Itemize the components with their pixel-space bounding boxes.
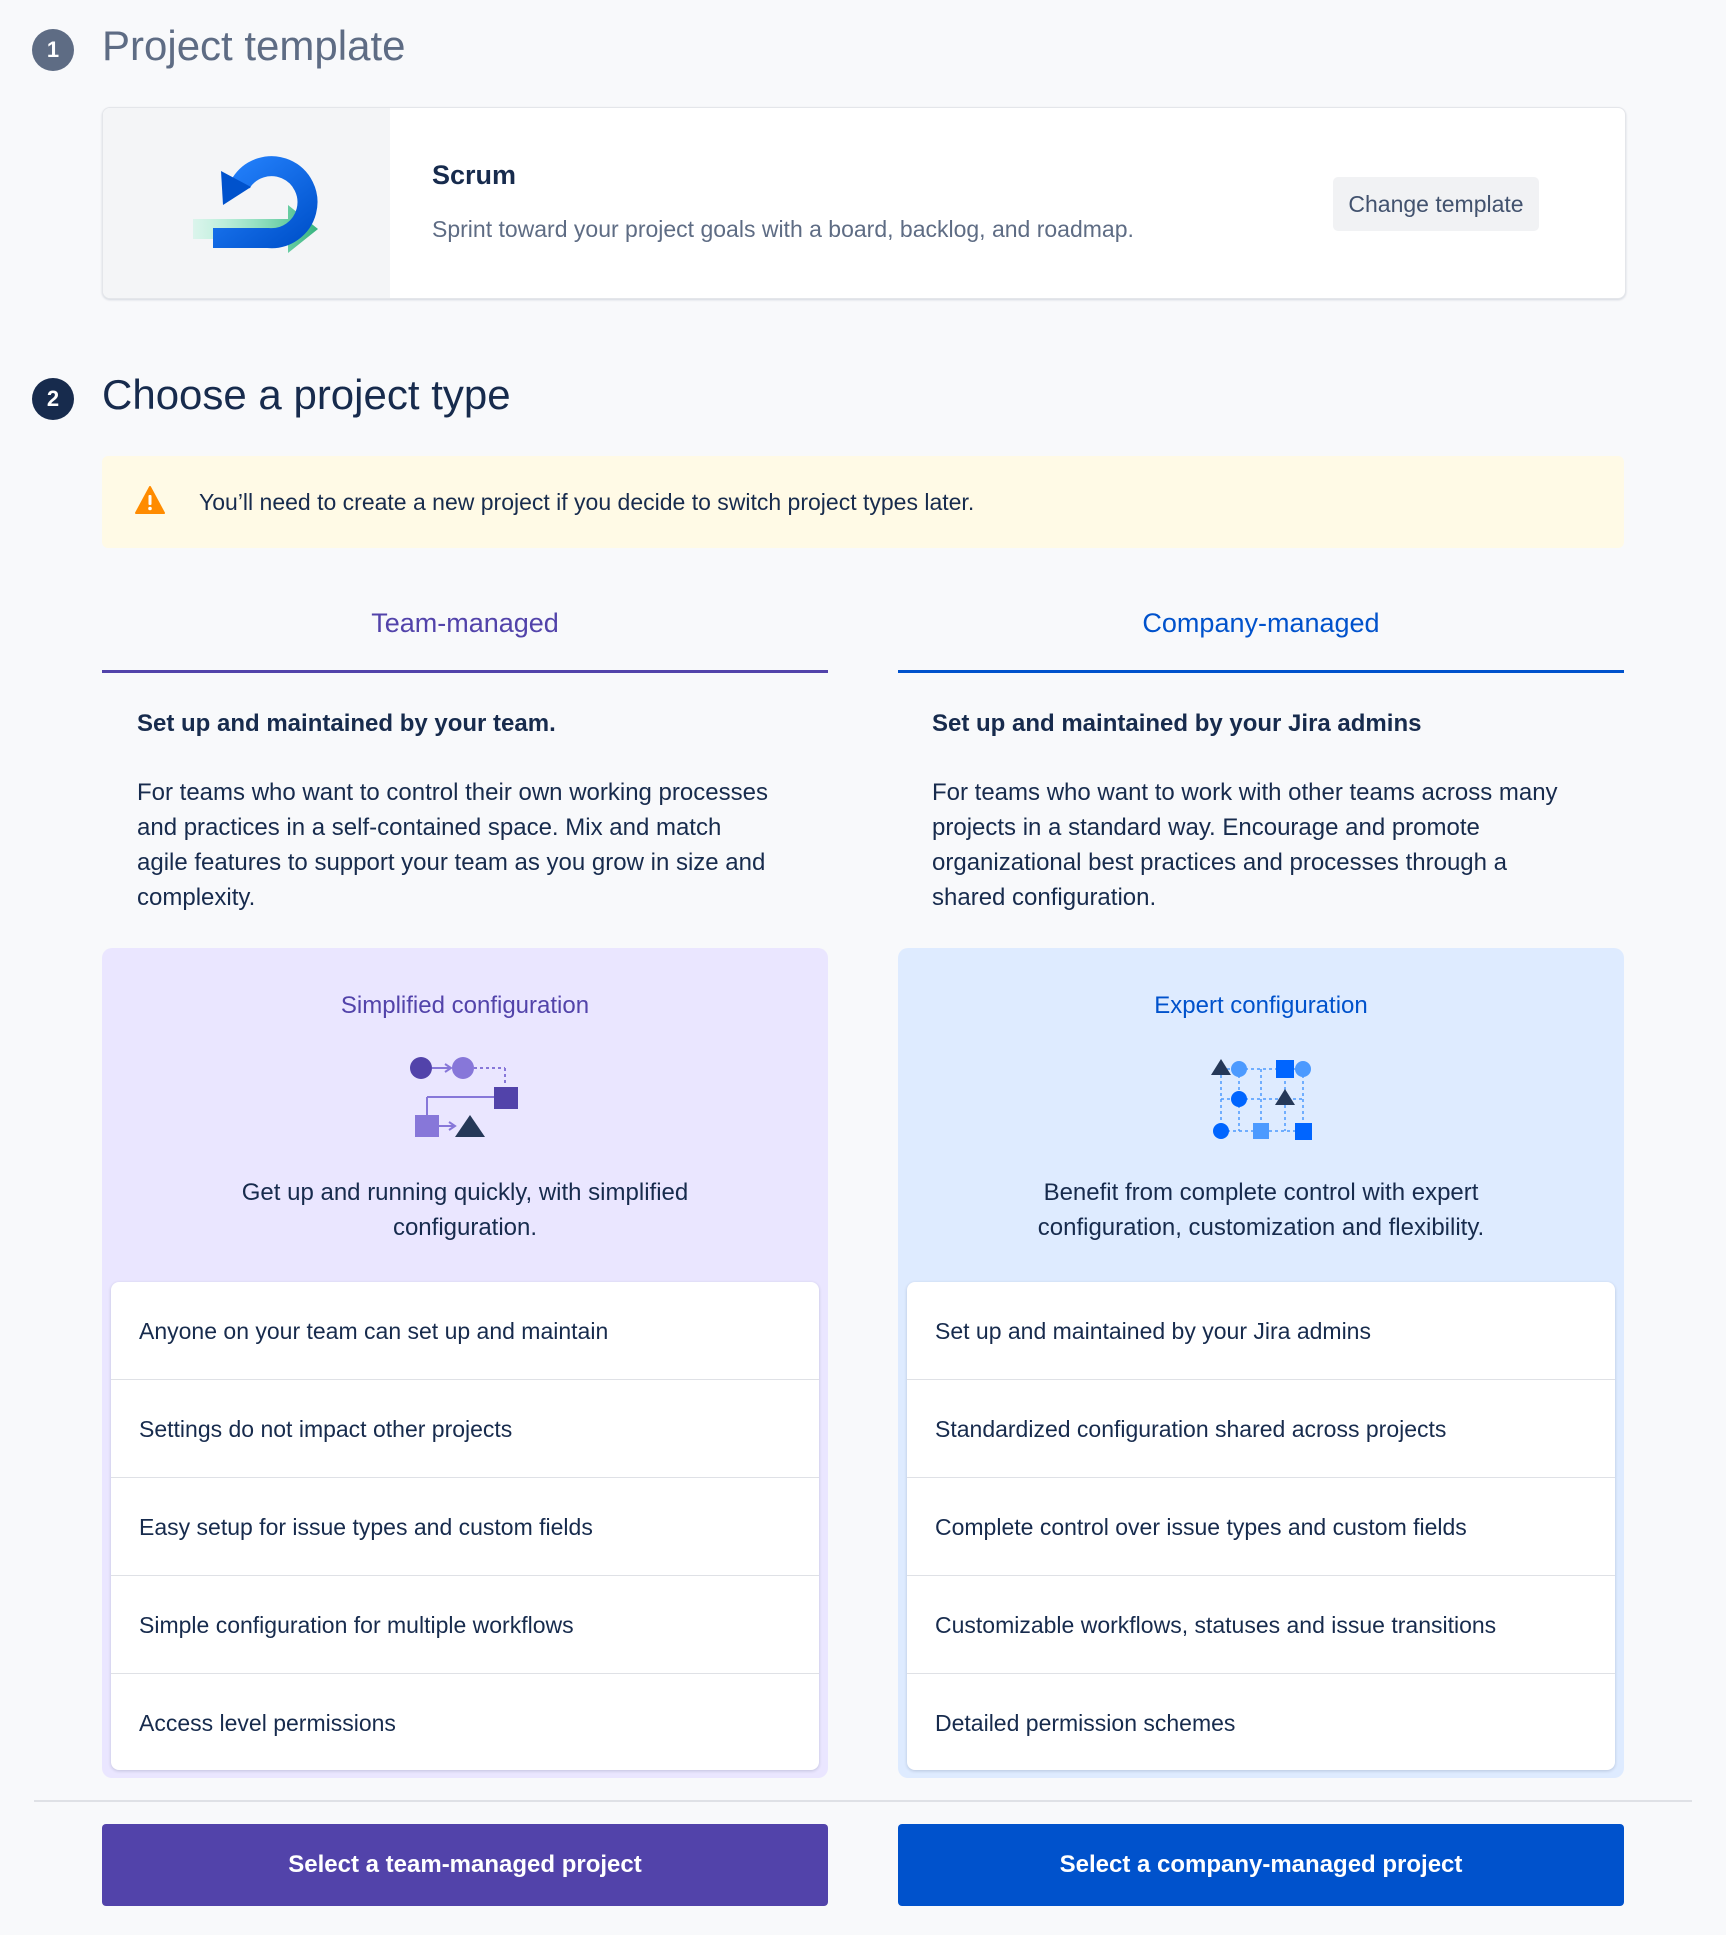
company-heading: Set up and maintained by your Jira admin… (932, 710, 1422, 737)
team-description: For teams who want to control their own … (137, 779, 768, 911)
step-2-title: Choose a project type (102, 371, 511, 418)
team-config-panel: Simplified configuration Get up and runn… (102, 948, 828, 1778)
company-feature-list: Set up and maintained by your Jira admin… (907, 1282, 1615, 1770)
company-config-panel: Expert configuration Benefit from comple… (898, 948, 1624, 1778)
team-config-title: Simplified configuration (340, 992, 590, 1019)
expert-workflow-icon (1211, 1059, 1312, 1140)
list-item: Set up and maintained by your Jira admin… (907, 1282, 1615, 1380)
list-item: Simple configuration for multiple workfl… (111, 1576, 819, 1674)
select-company-managed-button[interactable]: Select a company-managed project (898, 1824, 1624, 1906)
tab-team-managed-label: Team-managed (371, 608, 559, 638)
step-2-number: 2 (32, 378, 74, 420)
divider (34, 1800, 1692, 1802)
list-item: Customizable workflows, statuses and iss… (907, 1576, 1615, 1674)
simplified-workflow-icon (410, 1057, 518, 1137)
template-description: Sprint toward your project goals with a … (432, 216, 1134, 242)
company-config-title: Expert configuration (1154, 992, 1368, 1019)
tab-company-managed[interactable]: Company-managed (898, 596, 1624, 673)
list-item: Access level permissions (139, 1710, 396, 1736)
list-item: Complete control over issue types and cu… (907, 1478, 1615, 1576)
tab-team-managed[interactable]: Team-managed (102, 596, 828, 673)
list-item: Standardized configuration shared across… (907, 1380, 1615, 1478)
warning-banner: You’ll need to create a new project if y… (102, 456, 1624, 548)
tab-company-managed-label: Company-managed (1142, 608, 1380, 638)
company-description: For teams who want to work with other te… (932, 779, 1558, 911)
template-card: Scrum Sprint toward your project goals w… (102, 107, 1626, 299)
step-1-number: 1 (32, 29, 74, 71)
change-template-button[interactable]: Change template (1333, 177, 1539, 231)
list-item: Anyone on your team can set up and maint… (111, 1282, 819, 1380)
team-heading: Set up and maintained by your team. (137, 710, 556, 737)
warning-icon (135, 486, 165, 514)
scrum-cycle-icon (193, 156, 318, 253)
company-config-description: Benefit from complete control with exper… (1037, 1179, 1485, 1241)
team-config-description: Get up and running quickly, with simplif… (241, 1179, 689, 1241)
list-item: Settings do not impact other projects (111, 1380, 819, 1478)
warning-text: You’ll need to create a new project if y… (199, 489, 975, 515)
list-item: Detailed permission schemes (935, 1710, 1236, 1736)
team-feature-list: Anyone on your team can set up and maint… (111, 1282, 819, 1770)
template-name: Scrum (432, 160, 517, 190)
template-thumbnail (103, 108, 390, 298)
list-item: Easy setup for issue types and custom fi… (111, 1478, 819, 1576)
select-team-managed-button[interactable]: Select a team-managed project (102, 1824, 828, 1906)
step-1-title: Project template (102, 22, 406, 69)
